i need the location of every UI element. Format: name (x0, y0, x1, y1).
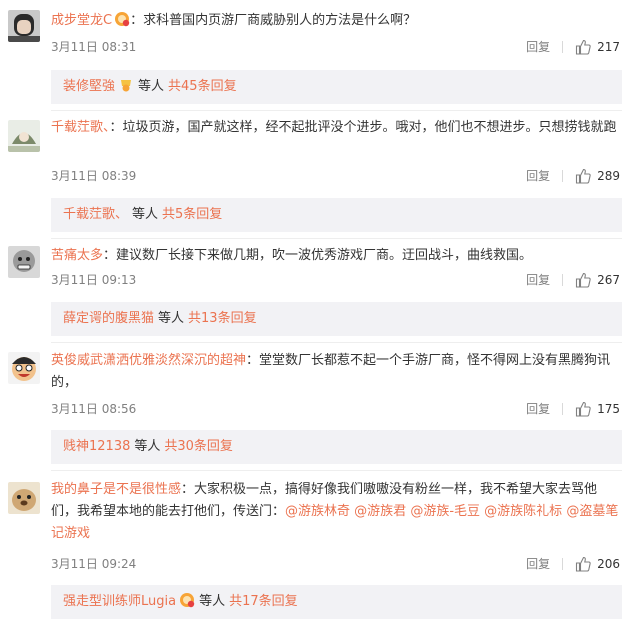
comment-divider (51, 470, 622, 471)
sub-reply-etc: 等人 (199, 594, 226, 609)
comment-separator: ： (109, 120, 123, 135)
reply-button[interactable]: 回复 (526, 399, 550, 419)
comment-actions: 回复 175 (526, 399, 620, 419)
sub-reply-etc: 等人 (134, 439, 161, 454)
like-button[interactable]: 175 (575, 399, 620, 419)
comment-divider (51, 342, 622, 343)
comment-time: 3月11日 08:31 (51, 40, 137, 54)
comment-username[interactable]: 英俊威武潇洒优雅淡然深沉的超神 (51, 353, 246, 368)
sub-replies-bar[interactable]: 薛定谔的腹黑猫 等人 共13条回复 (51, 302, 622, 336)
comment-time: 3月11日 08:39 (51, 169, 137, 183)
divider (562, 403, 564, 415)
comment-actions: 回复 267 (526, 270, 620, 290)
comment-actions: 回复 217 (526, 37, 620, 57)
comment-time: 3月11日 09:24 (51, 557, 137, 571)
avatar[interactable] (8, 10, 40, 42)
thumbs-up-icon (576, 39, 591, 55)
sub-replies-bar[interactable]: 装修堅強 等人 共45条回复 (51, 70, 622, 104)
thumbs-up-icon (576, 168, 591, 184)
comment-username[interactable]: 千载茳歌、 (51, 120, 110, 135)
sub-reply-username[interactable]: 强走型训练师Lugia (63, 594, 176, 609)
thumbs-up-icon (576, 556, 591, 572)
comment-text: 建议数厂长接下来做几期，吹一波优秀游戏厂商。迂回战斗，曲线救国。 (116, 248, 533, 263)
sub-reply-username[interactable]: 薛定谔的腹黑猫 (63, 311, 154, 326)
comment-time: 3月11日 09:13 (51, 273, 137, 287)
comment-username[interactable]: 我的鼻子是不是很性感 (51, 482, 181, 497)
comment-separator: ： (103, 248, 117, 263)
avatar[interactable] (8, 482, 40, 514)
sub-reply-total[interactable]: 共45条回复 (168, 79, 237, 94)
sub-reply-etc: 等人 (138, 79, 165, 94)
sub-replies-bar[interactable]: 强走型训练师Lugia 等人 共17条回复 (51, 585, 622, 619)
sub-replies-bar[interactable]: 贱神12138 等人 共30条回复 (51, 430, 622, 464)
sub-reply-total[interactable]: 共17条回复 (229, 594, 298, 609)
vip-badge-icon (114, 11, 130, 35)
comment-divider (51, 238, 622, 239)
comment-username[interactable]: 成步堂龙C (51, 13, 112, 28)
mention-link[interactable]: @游族-毛豆 (410, 504, 480, 519)
divider (562, 558, 564, 570)
like-count: 217 (597, 40, 620, 54)
comment-separator: ： (181, 482, 195, 497)
comment-meta: 3月11日 08:56 回复 175 (51, 399, 620, 419)
thumbs-up-icon (576, 272, 591, 288)
like-count: 267 (597, 273, 620, 287)
sub-reply-etc: 等人 (158, 311, 185, 326)
crown-badge-icon (179, 588, 195, 620)
comment-body: 千载茳歌、：垃圾页游，国产就这样，经不起批评没个进步。哦对，他们也不想进步。只想… (51, 117, 622, 139)
mention-link[interactable]: @游族君 (354, 504, 406, 519)
reply-button[interactable]: 回复 (526, 270, 550, 290)
comment-separator: ： (130, 13, 144, 28)
comment-meta: 3月11日 08:31 回复 217 (51, 37, 620, 57)
comment-time: 3月11日 08:56 (51, 402, 137, 416)
like-button[interactable]: 217 (575, 37, 620, 57)
reply-button[interactable]: 回复 (526, 554, 550, 574)
like-count: 206 (597, 557, 620, 571)
avatar[interactable] (8, 352, 40, 384)
sub-reply-username[interactable]: 装修堅強 (63, 79, 115, 94)
divider (562, 170, 564, 182)
sub-reply-username[interactable]: 千载茳歌、 (63, 207, 128, 222)
like-count: 175 (597, 402, 620, 416)
divider (562, 41, 564, 53)
divider (562, 274, 564, 286)
comment-meta: 3月11日 09:24 回复 206 (51, 554, 620, 574)
sub-reply-username[interactable]: 贱神12138 (63, 439, 130, 454)
comment-text: 求科普国内页游厂商威胁别人的方法是什么啊？ (143, 13, 417, 28)
sub-reply-total[interactable]: 共30条回复 (164, 439, 233, 454)
comment-username[interactable]: 苦痛太多 (51, 248, 103, 263)
comment-actions: 回复 206 (526, 554, 620, 574)
comment-body: 苦痛太多：建议数厂长接下来做几期，吹一波优秀游戏厂商。迂回战斗，曲线救国。 (51, 245, 622, 267)
comment-body: 我的鼻子是不是很性感：大家积极一点，搞得好像我们嗷嗷没有粉丝一样，我不希望大家去… (51, 479, 622, 545)
sub-replies-bar[interactable]: 千载茳歌、 等人 共5条回复 (51, 198, 622, 232)
comment-text: 垃圾页游，国产就这样，经不起批评没个进步。哦对，他们也不想进步。只想捞钱就跑 (122, 120, 617, 135)
avatar[interactable] (8, 120, 40, 152)
like-count: 289 (597, 169, 620, 183)
comment-meta: 3月11日 09:13 回复 267 (51, 270, 620, 290)
sub-reply-etc: 等人 (132, 207, 159, 222)
like-button[interactable]: 267 (575, 270, 620, 290)
reply-button[interactable]: 回复 (526, 166, 550, 186)
sub-reply-total[interactable]: 共5条回复 (162, 207, 222, 222)
mention-link[interactable]: @游族林奇 (285, 504, 350, 519)
sub-reply-total[interactable]: 共13条回复 (188, 311, 257, 326)
mention-link[interactable]: @游族陈礼标 (484, 504, 562, 519)
comment-meta: 3月11日 08:39 回复 289 (51, 166, 620, 186)
avatar[interactable] (8, 246, 40, 278)
comment-divider (51, 110, 622, 111)
thumbs-up-icon (576, 401, 591, 417)
comment-separator: ： (246, 353, 260, 368)
comment-body: 成步堂龙C ：求科普国内页游厂商威胁别人的方法是什么啊？ (51, 10, 622, 35)
reply-button[interactable]: 回复 (526, 37, 550, 57)
like-button[interactable]: 289 (575, 166, 620, 186)
comment-body: 英俊威武潇洒优雅淡然深沉的超神：堂堂数厂长都惹不起一个手游厂商，怪不得网上没有黑… (51, 350, 622, 394)
gold-badge-icon (118, 73, 134, 107)
like-button[interactable]: 206 (575, 554, 620, 574)
comment-actions: 回复 289 (526, 166, 620, 186)
